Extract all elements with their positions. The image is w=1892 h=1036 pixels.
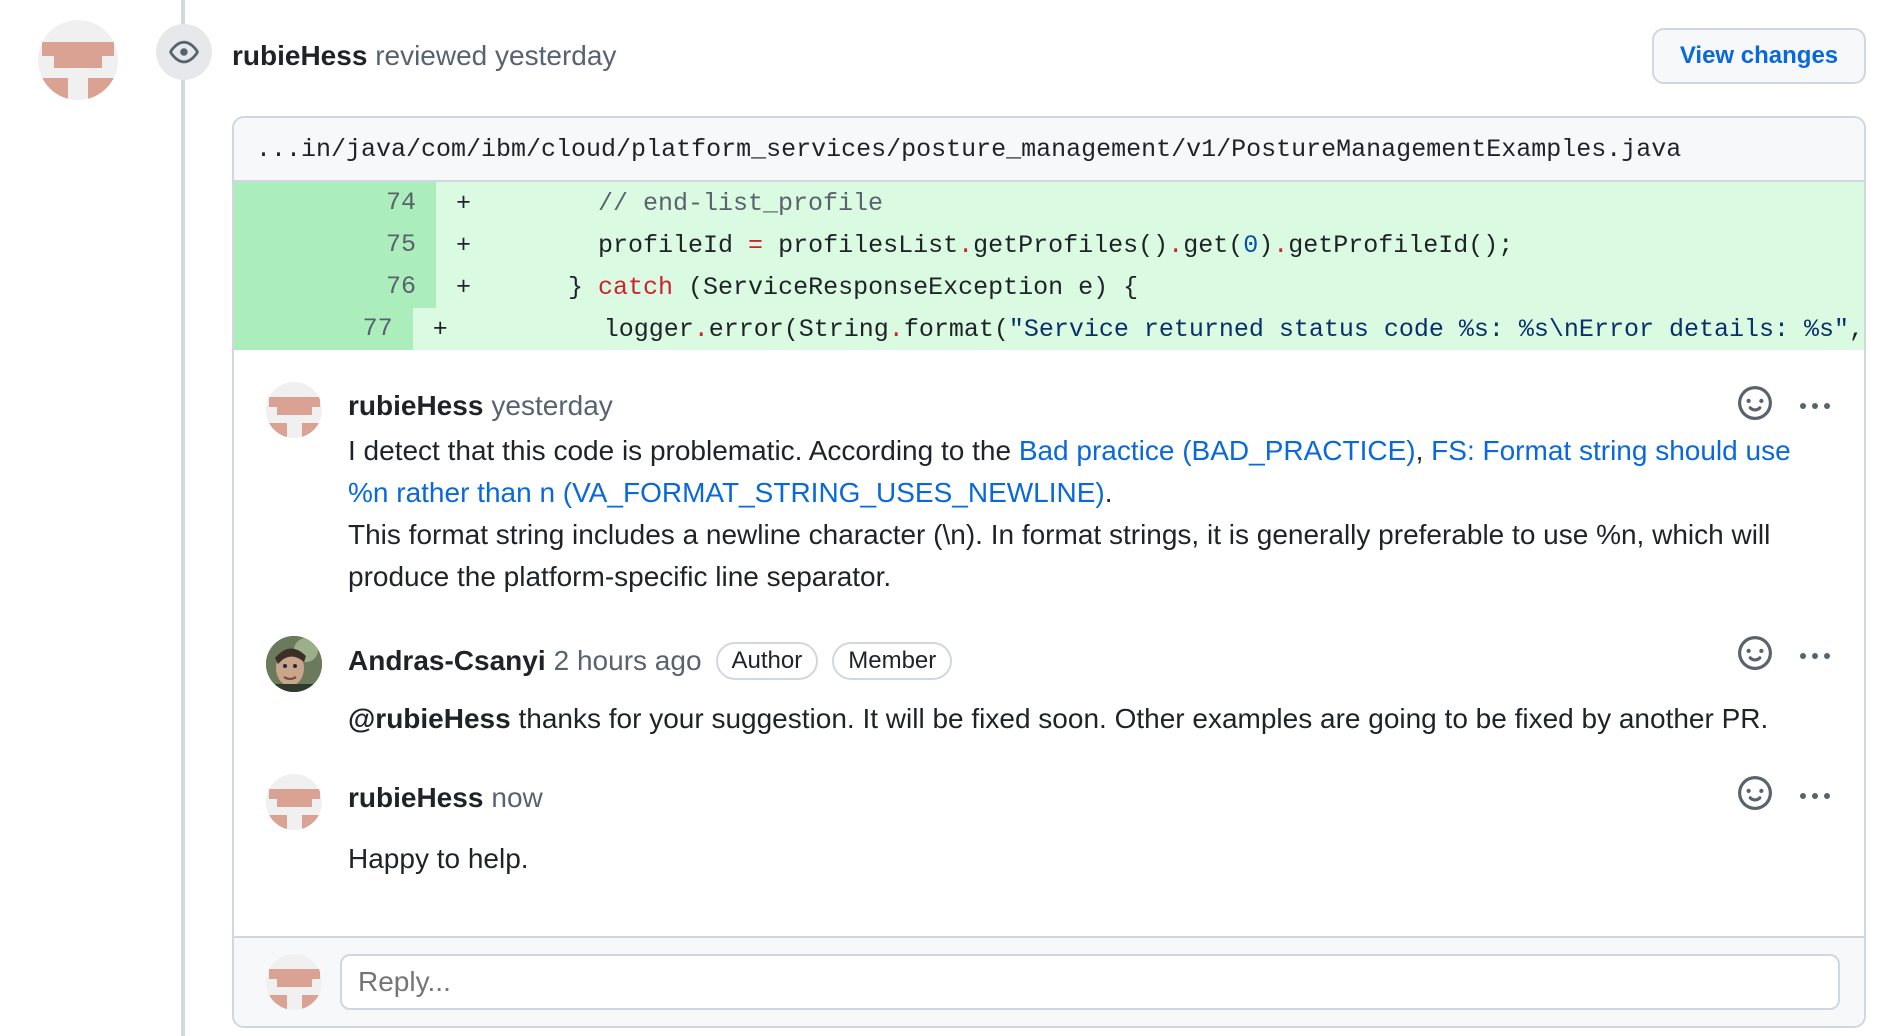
smiley-icon[interactable] — [1738, 386, 1772, 425]
diff-sign: + — [456, 230, 472, 260]
eye-icon — [156, 24, 212, 80]
review-header: rubieHess reviewed yesterday — [232, 40, 616, 72]
more-options-icon[interactable] — [1800, 792, 1830, 799]
comment-body: @rubieHess thanks for your suggestion. I… — [348, 703, 1769, 734]
comment-header: rubieHess now — [348, 782, 543, 814]
code-text: logger.error(String.format("Service retu… — [603, 314, 1864, 344]
review-action: reviewed — [375, 40, 488, 71]
comment-actions — [1738, 776, 1830, 815]
diff-line: 77 + logger.error(String.format("Service… — [234, 308, 1864, 350]
diff-line: 76 + } catch (ServiceResponseException e… — [234, 266, 1864, 308]
comment-actions — [1738, 636, 1830, 675]
smiley-icon[interactable] — [1738, 776, 1772, 815]
avatar[interactable] — [266, 382, 322, 438]
comment-body: I detect that this code is problematic. … — [348, 435, 1791, 592]
avatar — [266, 954, 322, 1010]
comment-list: rubieHess yesterday I detect that this c… — [234, 350, 1864, 926]
code-comment: // end-list_profile — [598, 188, 884, 218]
more-options-icon[interactable] — [1800, 652, 1830, 659]
diff-line: 75 + profileId = profilesList.getProfile… — [234, 224, 1864, 266]
code-text: profileId = profilesList.getProfiles().g… — [598, 230, 1514, 260]
comment-time[interactable]: yesterday — [491, 390, 612, 422]
smiley-icon[interactable] — [1738, 636, 1772, 675]
more-options-icon[interactable] — [1800, 402, 1830, 409]
review-author[interactable]: rubieHess — [232, 40, 367, 71]
comment-author[interactable]: Andras-Csanyi — [348, 645, 546, 677]
comment-body: Happy to help. — [348, 843, 529, 874]
line-number[interactable]: 77 — [234, 308, 413, 350]
diff-line: 74 + // end-list_profile — [234, 182, 1864, 224]
file-path[interactable]: ...in/java/com/ibm/cloud/platform_servic… — [234, 118, 1864, 182]
rule-link-bad-practice[interactable]: Bad practice (BAD_PRACTICE) — [1019, 435, 1416, 466]
line-number[interactable]: 74 — [234, 182, 436, 224]
comment-time[interactable]: 2 hours ago — [554, 645, 702, 677]
review-time[interactable]: yesterday — [495, 40, 616, 71]
avatar[interactable] — [266, 774, 322, 830]
view-changes-button[interactable]: View changes — [1652, 28, 1866, 84]
member-badge: Member — [832, 642, 953, 680]
comment-actions — [1738, 386, 1830, 425]
diff-sign: + — [456, 188, 472, 218]
code-text: } catch (ServiceResponseException e) { — [568, 272, 1139, 302]
comment-time[interactable]: now — [491, 782, 542, 814]
avatar[interactable] — [38, 20, 118, 100]
reply-bar — [234, 936, 1864, 1026]
comment-header: Andras-Csanyi 2 hours ago Author Member — [348, 642, 953, 680]
reply-input[interactable] — [340, 954, 1840, 1010]
review-thread: ...in/java/com/ibm/cloud/platform_servic… — [232, 116, 1866, 1028]
user-mention[interactable]: @rubieHess — [348, 703, 511, 734]
line-number[interactable]: 75 — [234, 224, 436, 266]
timeline-line — [181, 0, 185, 1036]
diff-hunk: 74 + // end-list_profile 75 + profileId … — [234, 182, 1864, 350]
line-number[interactable]: 76 — [234, 266, 436, 308]
avatar[interactable] — [266, 636, 322, 692]
comment-author[interactable]: rubieHess — [348, 782, 483, 814]
comment-header: rubieHess yesterday — [348, 390, 613, 422]
comment-author[interactable]: rubieHess — [348, 390, 483, 422]
author-badge: Author — [715, 642, 819, 680]
diff-sign: + — [456, 272, 472, 302]
diff-sign: + — [432, 314, 448, 344]
